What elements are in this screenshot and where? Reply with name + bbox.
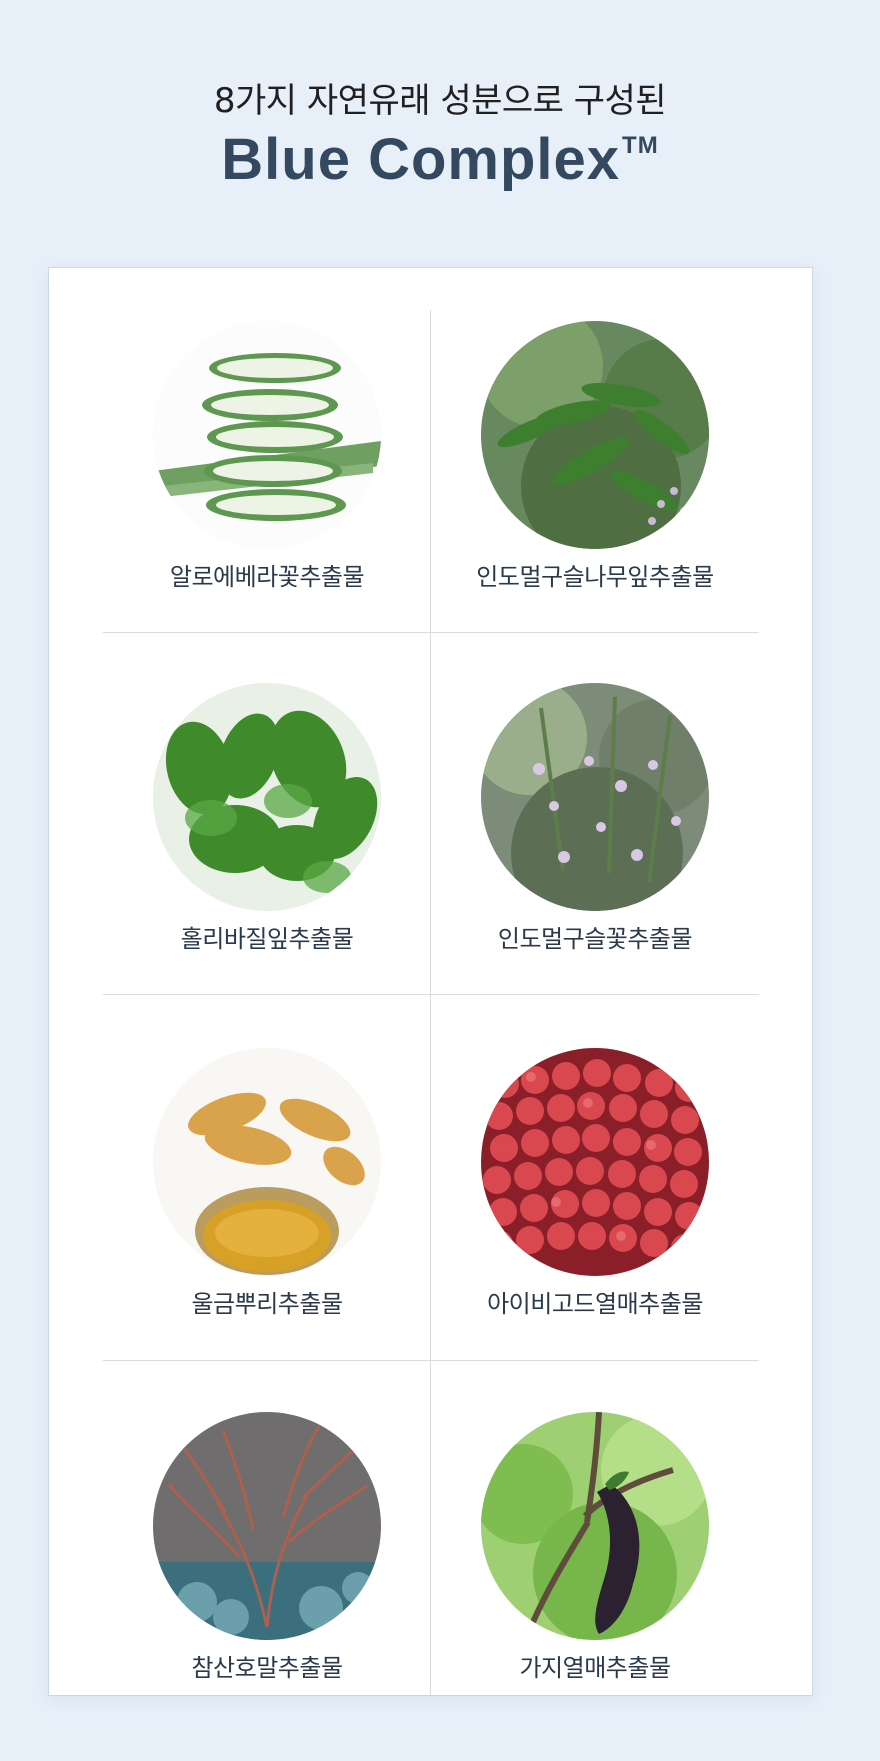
ingredient-item-turmeric-root: 울금뿌리추출물 xyxy=(103,1037,431,1397)
coral-seaweed-image xyxy=(153,1412,381,1640)
aloe-vera-icon xyxy=(153,321,381,549)
ingredient-label: 인도멀구슬꽃추출물 xyxy=(497,925,693,953)
ingredient-item-neem-leaf: 인도멀구슬나무잎추출물 xyxy=(431,310,759,670)
ingredients-card: 알로에베라꽃추출물 인도멀구슬나무잎추출물 홀리바질잎추출물 인도멀구슬꽃추출물… xyxy=(49,268,812,1695)
ingredient-label: 울금뿌리추출물 xyxy=(191,1290,343,1318)
ivy-gourd-fruit-icon xyxy=(481,1048,709,1276)
neem-leaf-image xyxy=(481,321,709,549)
ingredient-item-ivy-gourd: 아이비고드열매추출물 xyxy=(431,1037,759,1397)
aloe-vera-image xyxy=(153,321,381,549)
turmeric-root-icon xyxy=(153,1048,381,1276)
section-subtitle: 8가지 자연유래 성분으로 구성된 xyxy=(213,81,667,121)
ivy-gourd-fruit-image xyxy=(481,1048,709,1276)
ingredient-label: 알로에베라꽃추출물 xyxy=(169,563,365,591)
ingredients-grid: 알로에베라꽃추출물 인도멀구슬나무잎추출물 홀리바질잎추출물 인도멀구슬꽃추출물… xyxy=(103,310,759,1695)
neem-flower-icon xyxy=(481,683,709,911)
header: 8가지 자연유래 성분으로 구성된 Blue ComplexTM xyxy=(0,0,880,260)
eggplant-fruit-icon xyxy=(481,1412,709,1640)
section-title: Blue ComplexTM xyxy=(0,127,880,192)
ingredient-label: 홀리바질잎추출물 xyxy=(180,925,354,953)
ingredient-item-neem-flower: 인도멀구슬꽃추출물 xyxy=(431,672,759,1032)
eggplant-fruit-image xyxy=(481,1412,709,1640)
ingredient-label: 인도멀구슬나무잎추출물 xyxy=(476,563,714,591)
coral-seaweed-icon xyxy=(153,1412,381,1640)
neem-flower-image xyxy=(481,683,709,911)
ingredient-label: 아이비고드열매추출물 xyxy=(487,1290,703,1318)
neem-leaf-icon xyxy=(481,321,709,549)
ingredient-item-coral-seaweed: 참산호말추출물 xyxy=(103,1401,431,1761)
ingredient-label: 참산호말추출물 xyxy=(191,1654,343,1682)
turmeric-root-image xyxy=(153,1048,381,1276)
trademark-symbol: TM xyxy=(622,131,659,159)
ingredient-label: 가지열매추출물 xyxy=(519,1654,671,1682)
ingredient-item-holy-basil: 홀리바질잎추출물 xyxy=(103,672,431,1032)
title-text: Blue Complex xyxy=(221,127,621,192)
holy-basil-icon xyxy=(153,683,381,911)
ingredient-item-eggplant: 가지열매추출물 xyxy=(431,1401,759,1761)
ingredient-item-aloe-vera: 알로에베라꽃추출물 xyxy=(103,310,431,670)
holy-basil-image xyxy=(153,683,381,911)
